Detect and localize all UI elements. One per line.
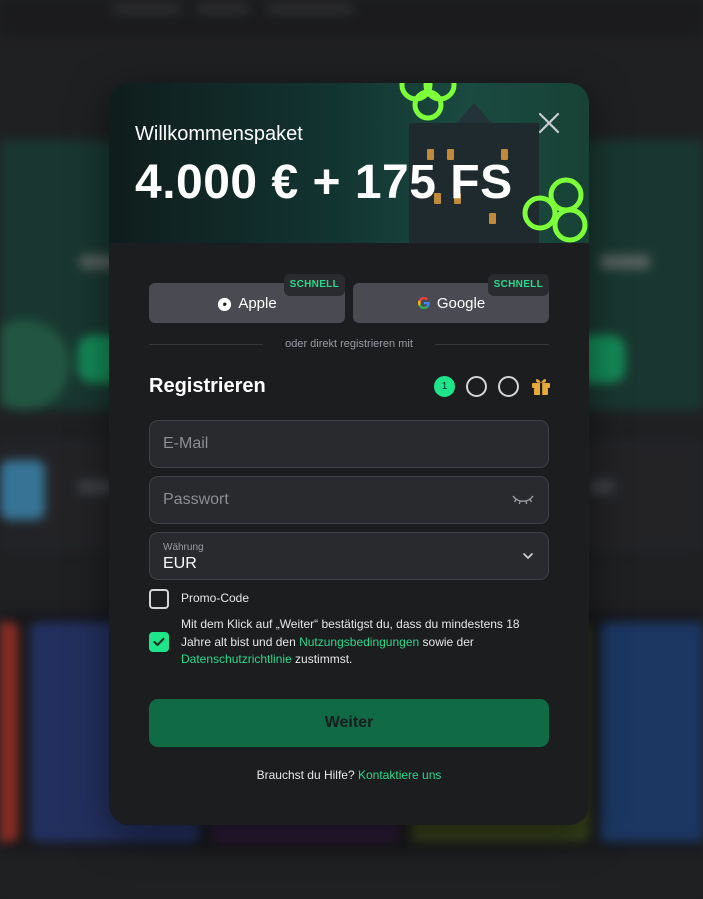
hero-subtitle: Willkommenspaket <box>135 123 303 145</box>
eye-closed-icon[interactable] <box>512 493 534 507</box>
chevron-down-icon <box>523 553 533 560</box>
promo-code-label: Promo-Code <box>181 591 250 605</box>
currency-select[interactable]: Währung EUR <box>149 532 549 580</box>
contact-link[interactable]: Kontaktiere uns <box>358 768 441 782</box>
bonus-amount: 4.000 € + 175 FS <box>135 156 513 209</box>
google-icon <box>417 296 430 310</box>
google-login-label: Google <box>436 294 486 312</box>
apple-icon <box>218 297 232 311</box>
email-input[interactable] <box>150 421 548 467</box>
help-text: Brauchst du Hilfe? <box>256 768 355 782</box>
close-icon[interactable] <box>537 111 561 135</box>
step-3 <box>498 375 519 397</box>
clover-icon <box>399 83 457 121</box>
gift-icon <box>532 379 550 395</box>
terms-checkbox[interactable] <box>149 632 169 652</box>
help-line: Brauchst du Hilfe? Kontaktiere uns <box>109 768 589 782</box>
welcome-banner: Willkommenspaket 4.000 € + 175 FS <box>109 83 589 243</box>
continue-button[interactable]: Weiter <box>149 699 549 747</box>
password-field[interactable] <box>149 476 549 524</box>
fast-badge: SCHNELL <box>283 274 345 296</box>
registration-modal: Willkommenspaket 4.000 € + 175 FS Apple … <box>109 83 589 825</box>
register-title: Registrieren <box>149 375 266 397</box>
terms-of-use-link[interactable]: Nutzungsbedingungen <box>299 635 419 649</box>
or-divider: oder direkt registrieren mit <box>149 337 549 351</box>
privacy-policy-link[interactable]: Datenschutzrichtlinie <box>181 652 292 666</box>
apple-login-label: Apple <box>238 294 277 312</box>
currency-value: EUR <box>163 555 197 572</box>
google-login-button[interactable]: Google SCHNELL <box>353 274 549 323</box>
check-icon <box>153 637 165 646</box>
clover-icon <box>522 177 588 243</box>
terms-text: Mit dem Klick auf „Weiter“ bestätigst du… <box>181 617 520 666</box>
password-input[interactable] <box>150 477 548 523</box>
fast-badge: SCHNELL <box>487 274 549 296</box>
email-field[interactable] <box>149 420 549 468</box>
or-divider-text: oder direkt registrieren mit <box>285 338 413 350</box>
apple-login-button[interactable]: Apple SCHNELL <box>149 274 345 323</box>
currency-label: Währung <box>163 542 204 553</box>
step-indicator: 1 <box>434 375 552 397</box>
promo-code-checkbox[interactable] <box>149 589 169 609</box>
step-1: 1 <box>434 375 455 397</box>
step-2 <box>466 375 487 397</box>
